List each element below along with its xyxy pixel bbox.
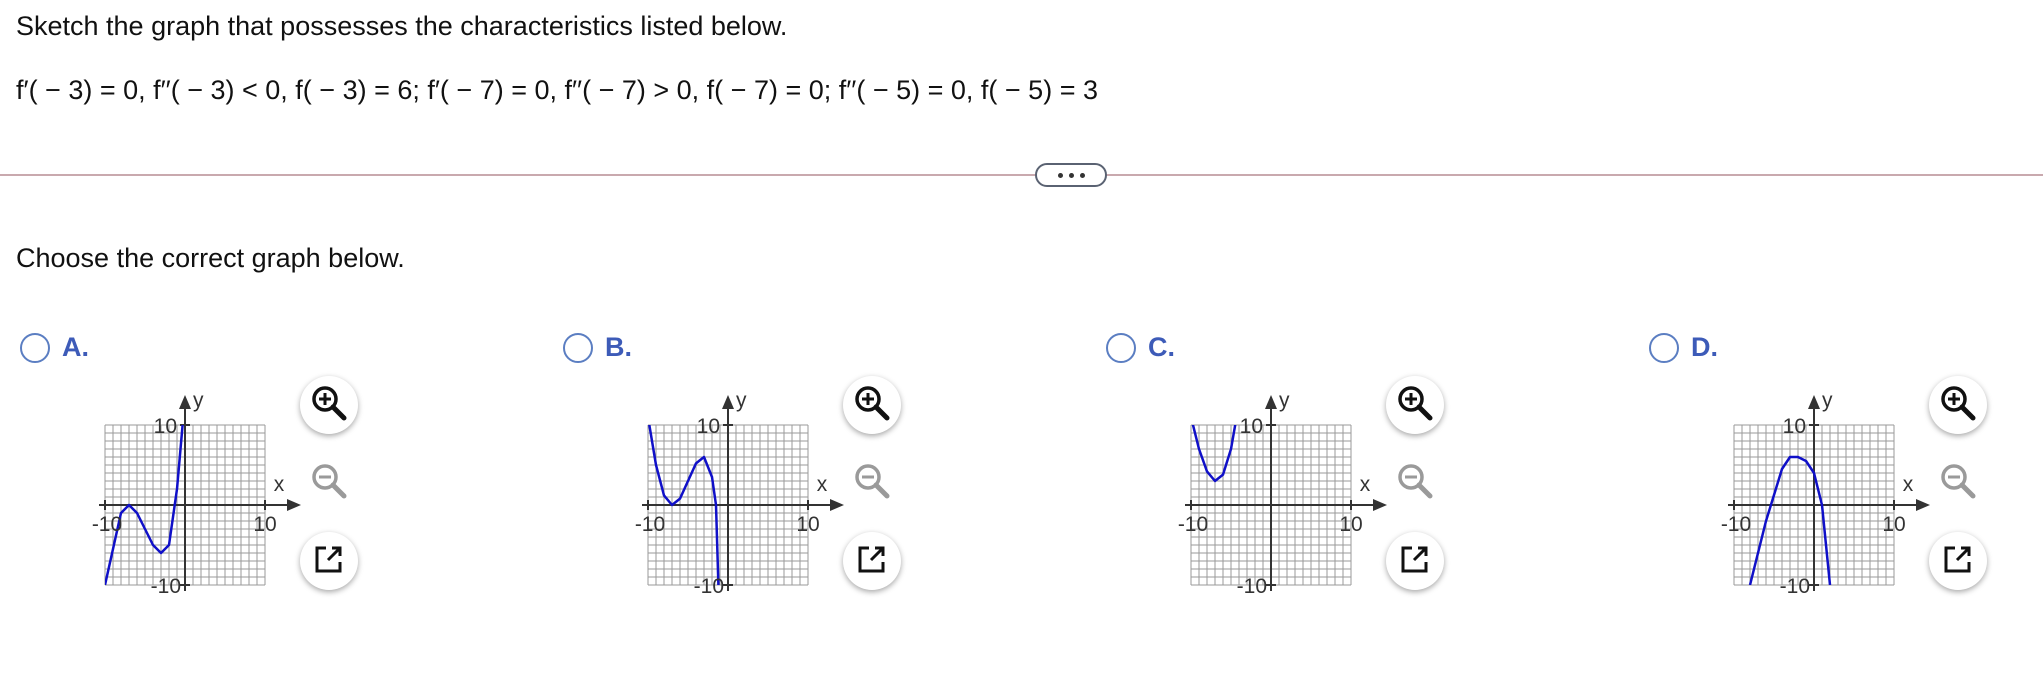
zoom-in-icon	[309, 383, 349, 428]
option-c: C. y x 10 -10 -10 10	[1106, 320, 1586, 620]
option-letter: B.	[605, 332, 632, 362]
option-graph: y x 10 -10 -10 10	[1694, 380, 1934, 635]
x-axis-label: x	[1360, 473, 1371, 496]
x-max-tick-label: 10	[253, 513, 276, 536]
x-axis-arrow	[1373, 499, 1387, 511]
y-axis-label: y	[193, 389, 204, 412]
function-graph: y x 10 -10 -10 10	[635, 389, 844, 598]
option-radio-label[interactable]: A.	[20, 332, 89, 363]
choose-instruction: Choose the correct graph below.	[16, 243, 405, 273]
y-axis-label: y	[736, 389, 747, 412]
question-conditions: f′( − 3) = 0, f′′( − 3) < 0, f( − 3) = 6…	[16, 75, 1098, 105]
x-min-tick-label: -10	[635, 513, 665, 536]
zoom-in-button[interactable]	[843, 376, 901, 434]
y-min-tick-label: -10	[694, 575, 724, 598]
y-max-tick-label: 10	[1783, 415, 1806, 438]
radio-button[interactable]	[20, 332, 50, 363]
y-min-tick-label: -10	[1237, 575, 1267, 598]
x-axis-arrow	[830, 499, 844, 511]
option-a: A. y x 10 -10 -10 10	[20, 320, 500, 620]
open-graph-window-button[interactable]	[843, 532, 901, 590]
zoom-in-button[interactable]	[300, 376, 358, 434]
x-axis-label: x	[274, 473, 285, 496]
zoom-out-icon	[1938, 461, 1978, 506]
function-graph: y x 10 -10 -10 10	[1721, 389, 1930, 598]
zoom-out-icon	[1395, 461, 1435, 506]
open-graph-window-button[interactable]	[1386, 532, 1444, 590]
x-axis-arrow	[1916, 499, 1930, 511]
ellipsis-dot	[1079, 172, 1085, 178]
zoom-out-button[interactable]	[1386, 454, 1444, 512]
y-axis-label: y	[1822, 389, 1833, 412]
y-axis-arrow	[1265, 395, 1277, 409]
popout-icon	[1942, 543, 1974, 580]
zoom-in-icon	[1395, 383, 1435, 428]
option-graph: y x 10 -10 -10 10	[65, 380, 305, 635]
x-min-tick-label: -10	[92, 513, 122, 536]
radio-button[interactable]	[1106, 332, 1136, 363]
y-axis-arrow	[179, 395, 191, 409]
zoom-in-icon	[1938, 383, 1978, 428]
x-max-tick-label: 10	[1339, 513, 1362, 536]
zoom-in-button[interactable]	[1386, 376, 1444, 434]
y-max-tick-label: 10	[154, 415, 177, 438]
zoom-out-button[interactable]	[843, 454, 901, 512]
radio-button[interactable]	[1649, 332, 1679, 363]
popout-icon	[856, 543, 888, 580]
zoom-out-icon	[852, 461, 892, 506]
option-radio-label[interactable]: C.	[1106, 332, 1175, 363]
radio-button[interactable]	[563, 332, 593, 363]
x-axis-label: x	[817, 473, 828, 496]
ellipsis-dot	[1068, 172, 1074, 178]
y-max-tick-label: 10	[697, 415, 720, 438]
y-max-tick-label: 10	[1240, 415, 1263, 438]
question-prompt: Sketch the graph that possesses the char…	[16, 11, 788, 41]
zoom-in-button[interactable]	[1929, 376, 1987, 434]
x-axis-label: x	[1903, 473, 1914, 496]
open-graph-window-button[interactable]	[1929, 532, 1987, 590]
option-letter: C.	[1148, 332, 1175, 362]
zoom-in-icon	[852, 383, 892, 428]
x-max-tick-label: 10	[1882, 513, 1905, 536]
y-axis-arrow	[722, 395, 734, 409]
zoom-out-button[interactable]	[1929, 454, 1987, 512]
y-min-tick-label: -10	[1780, 575, 1810, 598]
expand-more-button[interactable]	[1035, 163, 1107, 187]
popout-icon	[313, 543, 345, 580]
x-min-tick-label: -10	[1721, 513, 1751, 536]
option-radio-label[interactable]: D.	[1649, 332, 1718, 363]
function-graph: y x 10 -10 -10 10	[92, 389, 301, 598]
option-letter: A.	[62, 332, 89, 362]
x-max-tick-label: 10	[796, 513, 819, 536]
y-axis-arrow	[1808, 395, 1820, 409]
function-curve	[648, 425, 720, 585]
popout-icon	[1399, 543, 1431, 580]
option-graph: y x 10 -10 -10 10	[608, 380, 848, 635]
y-axis-label: y	[1279, 389, 1290, 412]
x-axis-arrow	[287, 499, 301, 511]
option-d: D. y x 10 -10 -10 10	[1649, 320, 2043, 620]
option-radio-label[interactable]: B.	[563, 332, 632, 363]
zoom-out-button[interactable]	[300, 454, 358, 512]
ellipsis-dot	[1057, 172, 1063, 178]
function-graph: y x 10 -10 -10 10	[1178, 389, 1387, 598]
section-divider	[0, 174, 2043, 176]
y-min-tick-label: -10	[151, 575, 181, 598]
open-graph-window-button[interactable]	[300, 532, 358, 590]
zoom-out-icon	[309, 461, 349, 506]
option-b: B. y x 10 -10 -10 10	[563, 320, 1043, 620]
option-letter: D.	[1691, 332, 1718, 362]
x-min-tick-label: -10	[1178, 513, 1208, 536]
option-graph: y x 10 -10 -10 10	[1151, 380, 1391, 635]
